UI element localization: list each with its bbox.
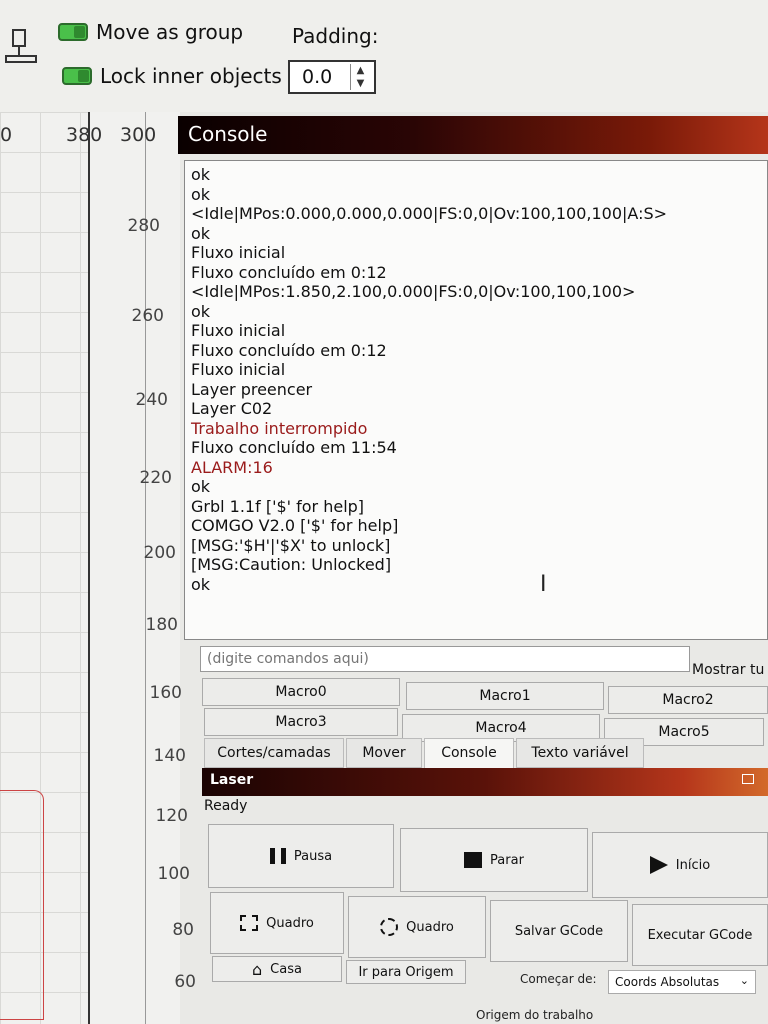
canvas-shape[interactable] — [0, 790, 44, 1020]
log-line: Fluxo inicial — [191, 321, 286, 340]
ruler-y-label: 80 — [172, 920, 194, 940]
log-line: ok — [191, 477, 211, 496]
macro0-button[interactable]: Macro0 — [202, 678, 400, 706]
log-line: ok — [191, 301, 211, 321]
laser-title: Laser — [210, 772, 254, 788]
lock-inner-objects-label: Lock inner objects — [100, 64, 282, 88]
log-line: Layer C02 — [191, 399, 273, 418]
laser-title-bar: Laser — [202, 768, 768, 796]
stop-icon — [464, 852, 483, 868]
log-line: ok — [191, 574, 211, 594]
log-line: Fluxo inicial — [191, 360, 286, 379]
ruler-y-label: 220 — [139, 468, 172, 488]
start-from-value: Coords Absolutas — [615, 975, 720, 989]
show-all-checkbox[interactable]: Mostrar tu — [692, 662, 764, 678]
pause-button[interactable]: Pausa — [208, 824, 394, 888]
log-line: [MSG:'$H'|'$X' to unlock] — [191, 535, 391, 555]
padding-label: Padding: — [292, 24, 379, 48]
macro1-button[interactable]: Macro1 — [406, 682, 604, 710]
ruler-x-label: 300 — [120, 124, 157, 146]
tab-cuts-layers[interactable]: Cortes/camadas — [204, 738, 344, 768]
ruler-y-label: 240 — [135, 390, 168, 410]
log-line: Fluxo concluído em 11:54 — [191, 438, 397, 457]
float-window-icon[interactable] — [742, 774, 754, 784]
ruler-y-label: 260 — [131, 306, 164, 326]
macro3-button[interactable]: Macro3 — [204, 708, 398, 736]
chevron-down-icon: ⌄ — [739, 974, 749, 987]
go-to-origin-label: Ir para Origem — [358, 964, 454, 980]
ruler-y-label: 60 — [174, 972, 196, 992]
laser-status: Ready — [204, 798, 248, 814]
log-line: Fluxo concluído em 0:12 — [191, 340, 387, 360]
tab-move[interactable]: Mover — [346, 738, 422, 768]
ruler-edge — [145, 112, 146, 1024]
stop-button[interactable]: Parar — [400, 828, 588, 892]
toolbar: Move as group Lock inner objects Padding… — [0, 0, 768, 112]
console-output[interactable]: ok ok <Idle|MPos:0.000,0.000,0.000|FS:0,… — [184, 160, 768, 640]
play-icon — [649, 856, 668, 874]
stop-label: Parar — [490, 852, 524, 868]
log-line: Fluxo concluído em 0:12 — [191, 262, 387, 282]
log-line-error: Trabalho interrompido — [191, 418, 368, 438]
frame-circle-icon — [380, 918, 399, 936]
log-line: ok — [191, 184, 211, 204]
ruler-y-label: 140 — [153, 746, 186, 766]
move-as-group-checkbox[interactable]: Move as group — [58, 20, 243, 44]
macro2-button[interactable]: Macro2 — [608, 686, 768, 714]
ruler-y-label: 180 — [145, 615, 178, 635]
ruler-divider — [88, 112, 90, 1024]
command-input[interactable] — [200, 646, 690, 672]
log-line: ok — [191, 165, 211, 184]
group-icon[interactable] — [4, 26, 38, 66]
console-title-bar: Console — [178, 116, 768, 154]
pause-label: Pausa — [293, 848, 333, 864]
save-gcode-label: Salvar GCode — [514, 923, 604, 939]
log-line: COMGO V2.0 ['$' for help] — [191, 516, 399, 535]
tab-variable-text[interactable]: Texto variável — [516, 738, 644, 768]
padding-spinbox[interactable]: 0.0 ▲ ▼ — [288, 60, 376, 94]
ruler-y-label: 100 — [157, 864, 190, 884]
ruler-y-label: 280 — [127, 216, 160, 236]
log-line-error: ALARM:16 — [191, 457, 273, 477]
tab-console[interactable]: Console — [424, 738, 514, 768]
log-line: [MSG:Caution: Unlocked] — [191, 555, 392, 574]
console-title: Console — [188, 122, 268, 146]
log-line: <Idle|MPos:0.000,0.000,0.000|FS:0,0|Ov:1… — [191, 204, 668, 223]
run-gcode-label: Executar GCode — [647, 927, 753, 943]
go-to-origin-button[interactable]: Ir para Origem — [346, 960, 466, 984]
home-icon: ⌂ — [252, 959, 263, 979]
lock-inner-objects-checkbox[interactable]: Lock inner objects — [62, 64, 282, 88]
ruler-y-label: 120 — [155, 806, 188, 826]
move-as-group-label: Move as group — [96, 20, 244, 44]
frame-circle-button[interactable]: Quadro — [348, 896, 486, 958]
start-from-select[interactable]: Coords Absolutas ⌄ — [608, 970, 756, 994]
start-from-label: Começar de: — [520, 972, 597, 986]
frame-rect-label: Quadro — [266, 915, 314, 931]
padding-value[interactable]: 0.0 — [302, 66, 332, 88]
toggle-icon[interactable] — [62, 67, 92, 85]
job-origin-label: Origem do trabalho — [476, 1008, 594, 1022]
text-cursor-icon: I — [540, 572, 547, 597]
log-line: Layer preencer — [191, 379, 313, 399]
start-button[interactable]: Início — [592, 832, 768, 898]
home-button[interactable]: ⌂ Casa — [212, 956, 342, 982]
frame-rect-icon — [240, 915, 259, 931]
run-gcode-button[interactable]: Executar GCode — [632, 904, 768, 966]
log-line: ok — [191, 223, 211, 243]
home-label: Casa — [270, 961, 302, 977]
spin-arrows-icon[interactable]: ▲ ▼ — [350, 64, 370, 90]
log-line: Fluxo inicial — [191, 243, 286, 262]
frame-rect-button[interactable]: Quadro — [210, 892, 344, 954]
ruler-x-label: 0 — [0, 124, 13, 146]
save-gcode-button[interactable]: Salvar GCode — [490, 900, 628, 962]
log-line: <Idle|MPos:1.850,2.100,0.000|FS:0,0|Ov:1… — [191, 282, 636, 301]
ruler-y-label: 160 — [149, 683, 182, 703]
pause-icon — [269, 848, 286, 864]
ruler-x-label: 380 — [66, 124, 103, 146]
frame-circle-label: Quadro — [406, 919, 454, 935]
log-line: Grbl 1.1f ['$' for help] — [191, 496, 365, 516]
ruler-y-label: 200 — [143, 543, 176, 563]
toggle-icon[interactable] — [58, 23, 88, 41]
start-label: Início — [675, 857, 711, 873]
